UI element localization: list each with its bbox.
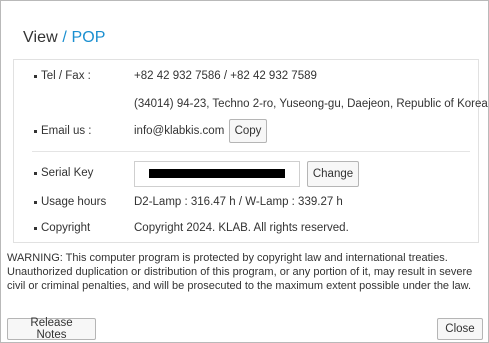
- divider: [32, 151, 470, 152]
- copy-button[interactable]: Copy: [229, 119, 267, 143]
- serial-key-redaction: [149, 169, 285, 178]
- bullet-icon: [34, 201, 37, 204]
- dialog-title-separator: /: [57, 29, 72, 46]
- dialog-title-sub: POP: [71, 29, 106, 46]
- change-button[interactable]: Change: [307, 161, 359, 187]
- info-panel: Tel / Fax : +82 42 932 7586 / +82 42 932…: [13, 59, 488, 243]
- copyright-value: Copyright 2024. KLAB. All rights reserve…: [134, 222, 349, 234]
- serial-key-field[interactable]: [134, 161, 300, 187]
- bullet-icon: [34, 172, 37, 175]
- release-notes-button[interactable]: Release Notes: [7, 317, 96, 341]
- copyright-label: Copyright: [41, 222, 91, 234]
- serial-label: Serial Key: [41, 167, 94, 179]
- email-label: Email us :: [41, 125, 92, 137]
- bullet-icon: [34, 75, 37, 78]
- about-dialog: View / POP Tel / Fax : +82 42 932 7586 /…: [0, 0, 489, 343]
- address-value: (34014) 94-23, Techno 2-ro, Yuseong-gu, …: [134, 98, 488, 110]
- dialog-title: View / POP: [23, 29, 106, 47]
- dialog-title-main: View: [23, 29, 58, 46]
- bullet-icon: [34, 227, 37, 230]
- tel-value: +82 42 932 7586 / +82 42 932 7589: [134, 70, 317, 82]
- bullet-icon: [34, 130, 37, 133]
- close-button[interactable]: Close: [437, 318, 483, 340]
- tel-label: Tel / Fax :: [41, 70, 91, 82]
- usage-value: D2-Lamp : 316.47 h / W-Lamp : 339.27 h: [134, 196, 343, 208]
- email-value: info@klabkis.com: [134, 125, 225, 137]
- warning-text: WARNING: This computer program is protec…: [7, 252, 473, 292]
- usage-label: Usage hours: [41, 196, 107, 208]
